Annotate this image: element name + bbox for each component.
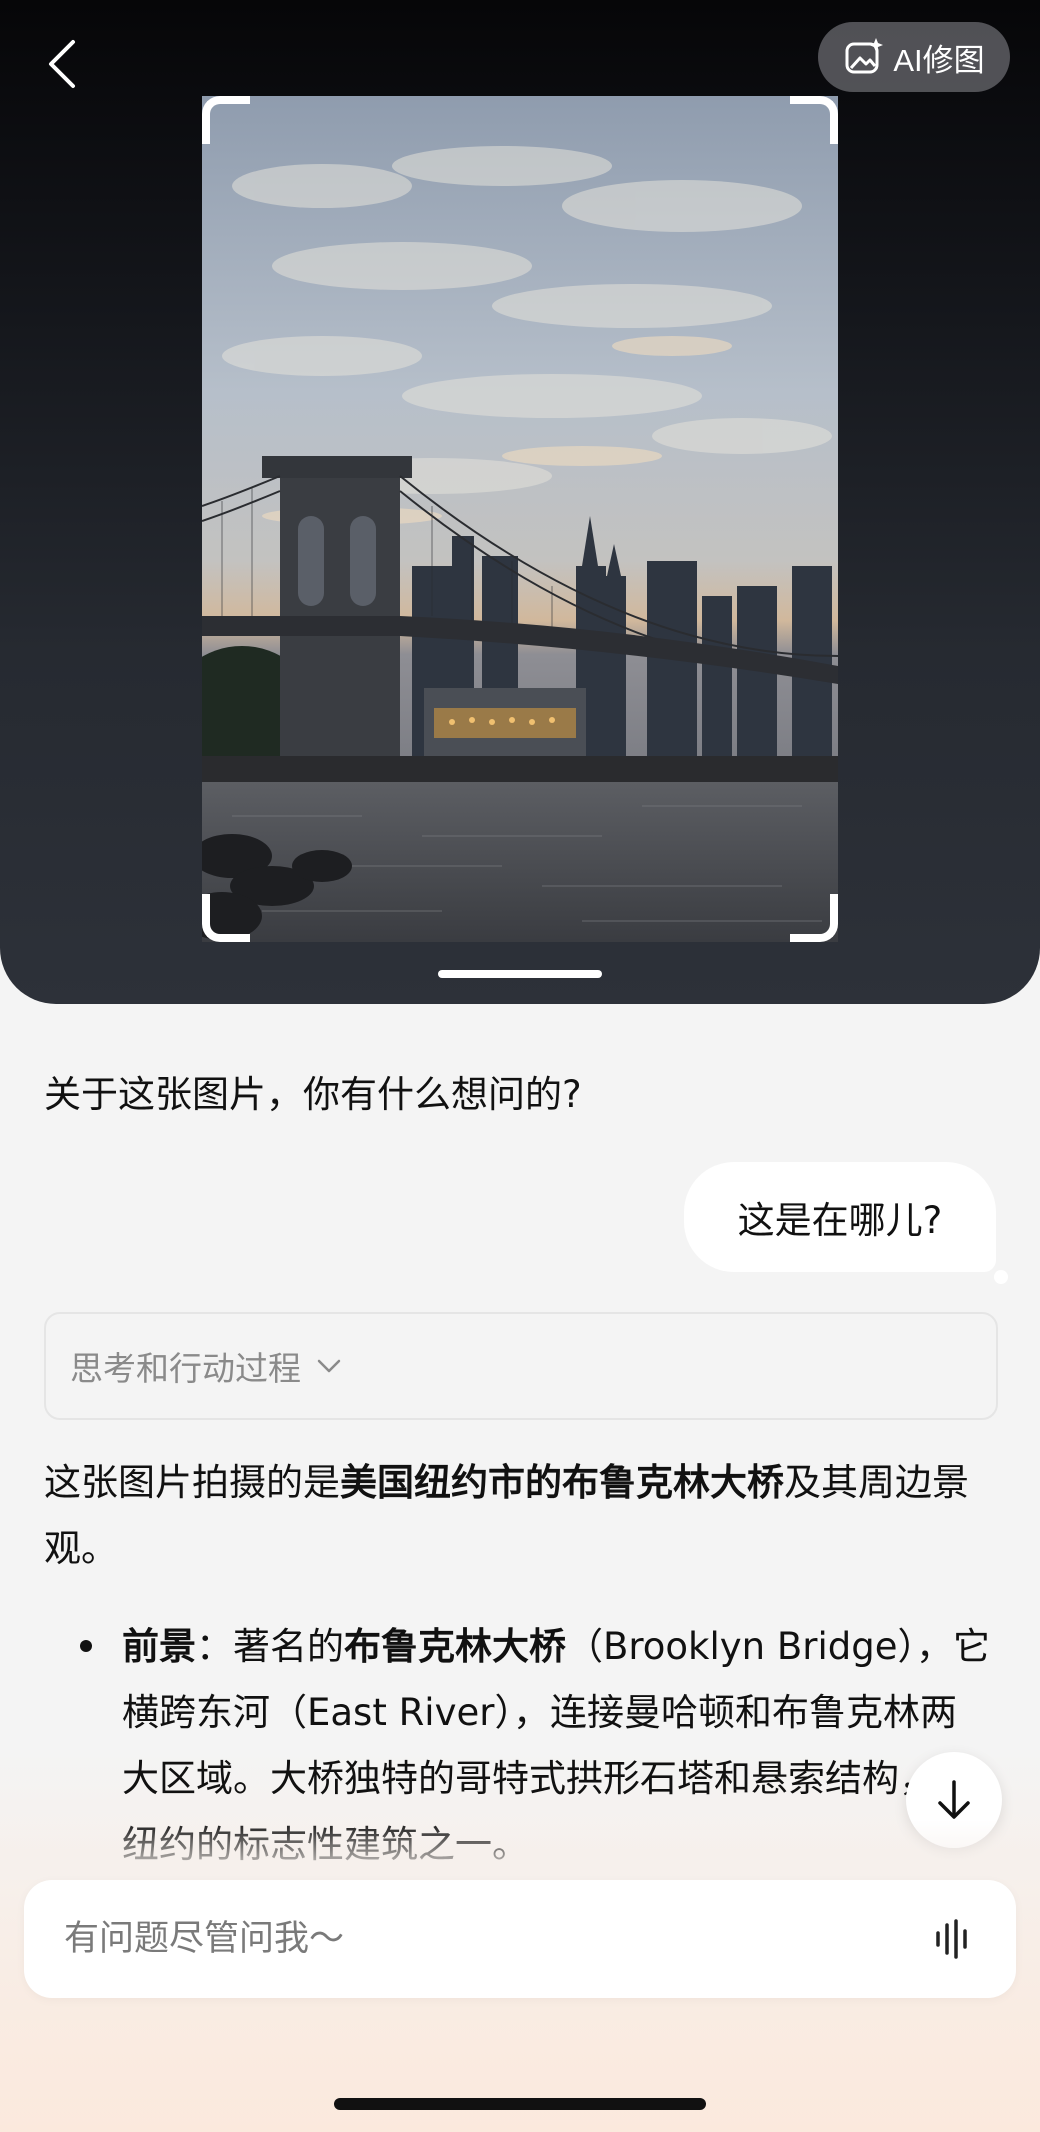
voice-input-button[interactable] xyxy=(928,1915,976,1963)
thinking-process-toggle[interactable]: 思考和行动过程 xyxy=(44,1312,998,1420)
bullet-heading: 前景 xyxy=(122,1625,196,1668)
thinking-process-label: 思考和行动过程 xyxy=(70,1349,301,1388)
bullet-bold: 布鲁克林大桥 xyxy=(344,1625,566,1668)
voice-waveform-icon xyxy=(936,1919,967,1959)
chevron-left-icon xyxy=(49,40,75,88)
image-sparkle-icon xyxy=(845,38,884,74)
crop-handle-top-right[interactable] xyxy=(790,96,838,144)
ai-edit-label: AI修图 xyxy=(893,42,985,78)
user-message-bubble: 这是在哪儿? xyxy=(684,1162,996,1272)
arrow-down-icon xyxy=(938,1780,970,1819)
ai-edit-button[interactable]: AI修图 xyxy=(818,22,1010,92)
page: AI修图 关于这张图片，你有什么想问的? 这是在哪儿? 思考和行动过程 这张图片… xyxy=(0,0,1040,2132)
assistant-prompt-message: 关于这张图片，你有什么想问的? xyxy=(44,1073,582,1116)
bullet-part1: ：著名的 xyxy=(196,1625,344,1668)
panel-drag-handle[interactable] xyxy=(438,970,602,978)
answer-intro-prefix: 这张图片拍摄的是 xyxy=(44,1461,340,1504)
chevron-down-icon xyxy=(317,1359,341,1373)
bubble-tail xyxy=(994,1270,1008,1284)
photo-brooklyn-bridge[interactable] xyxy=(202,96,838,942)
crop-handle-top-left[interactable] xyxy=(202,96,250,144)
answer-intro: 这张图片拍摄的是美国纽约市的布鲁克林大桥及其周边景观。 xyxy=(44,1450,1004,1582)
answer-intro-bold: 美国纽约市的布鲁克林大桥 xyxy=(340,1461,784,1504)
user-message-text: 这是在哪儿? xyxy=(737,1199,943,1242)
crop-handle-bottom-right[interactable] xyxy=(790,894,838,942)
chat-input[interactable] xyxy=(62,1918,928,1960)
chat-input-bar xyxy=(24,1880,1016,1998)
bottom-fade xyxy=(0,1820,1040,1880)
back-button[interactable] xyxy=(36,34,88,94)
bullet-dot xyxy=(80,1640,92,1652)
crop-handle-bottom-left[interactable] xyxy=(202,894,250,942)
home-indicator xyxy=(334,2098,706,2110)
